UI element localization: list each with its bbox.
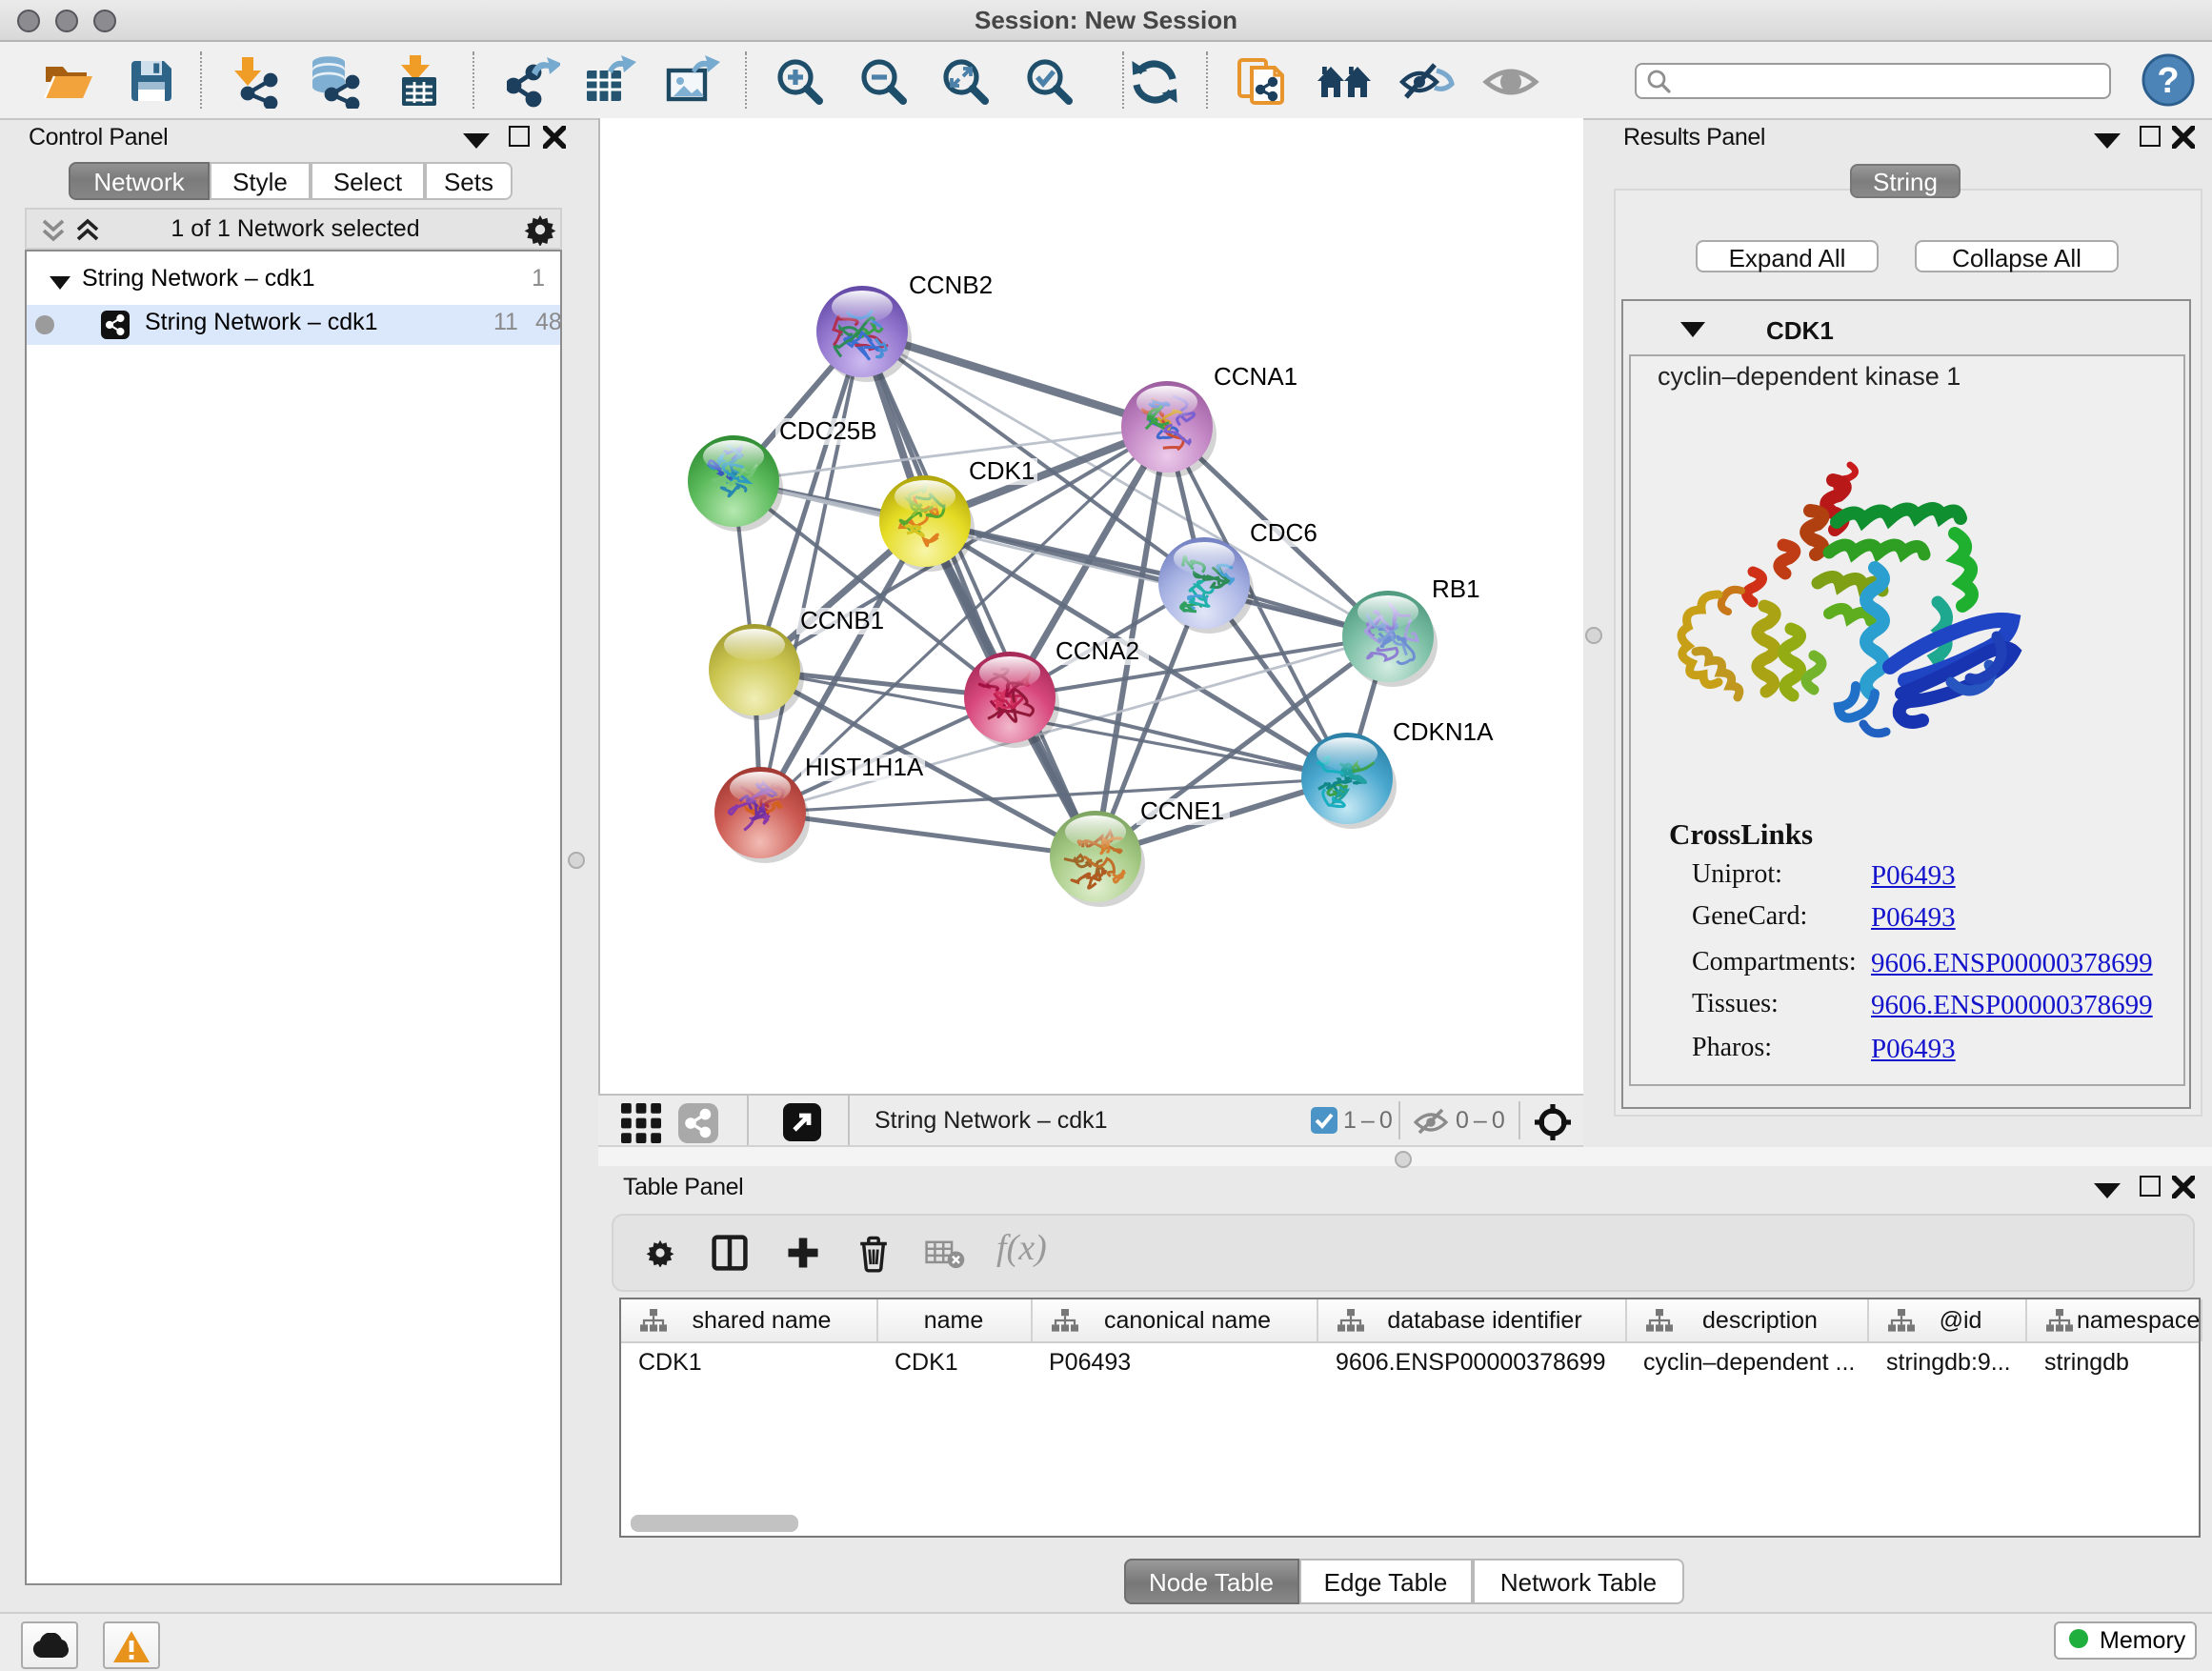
svg-text:?: ?: [2157, 61, 2179, 101]
svg-text:CDC6: CDC6: [1250, 518, 1317, 547]
svg-text:HIST1H1A: HIST1H1A: [805, 753, 924, 781]
svg-text:CCNB2: CCNB2: [909, 271, 993, 299]
svg-text:RB1: RB1: [1432, 574, 1480, 603]
svg-text:CDK1: CDK1: [969, 456, 1035, 485]
svg-text:CDKN1A: CDKN1A: [1393, 717, 1494, 746]
svg-text:CCNA2: CCNA2: [1056, 636, 1139, 665]
svg-text:CDC25B: CDC25B: [779, 416, 877, 445]
svg-text:CCNB1: CCNB1: [800, 606, 884, 634]
svg-text:CCNE1: CCNE1: [1140, 796, 1224, 825]
svg-text:CCNA1: CCNA1: [1214, 362, 1297, 391]
